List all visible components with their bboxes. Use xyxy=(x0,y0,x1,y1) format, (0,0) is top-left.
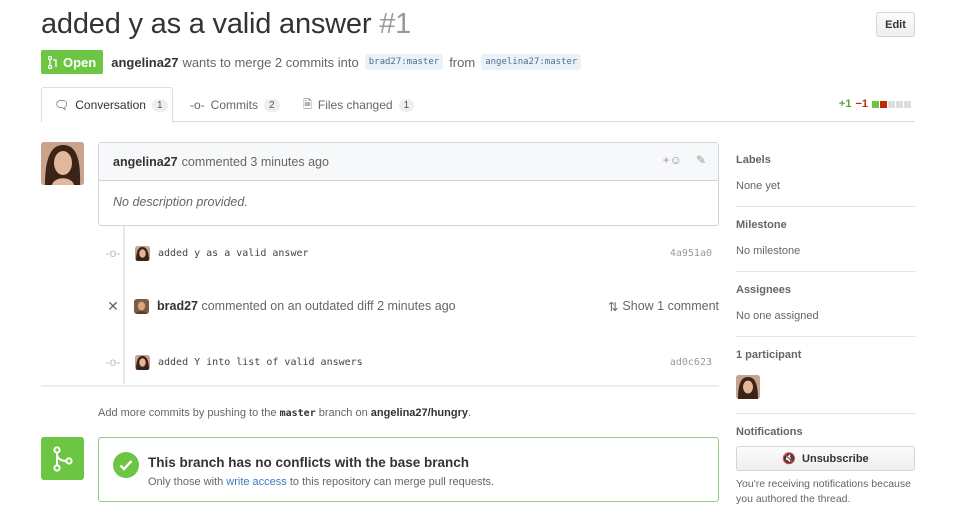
milestone-value: No milestone xyxy=(736,245,801,257)
diffstat-deletions: −1 xyxy=(855,98,868,110)
tab-count: 1 xyxy=(398,98,415,112)
state-badge: Open xyxy=(41,50,104,74)
merge-sub-suffix: to this repository can merge pull reques… xyxy=(289,476,495,488)
tab-label: Conversation xyxy=(75,98,146,112)
comment-author-link[interactable]: angelina27 xyxy=(113,155,178,169)
timeline-commit: -o- added Y into list of valid answers a… xyxy=(104,347,719,377)
comment-timestamp: commented 3 minutes ago xyxy=(181,154,329,169)
sidebar-labels[interactable]: Labels None yet xyxy=(736,142,916,207)
push-note-middle: branch on xyxy=(318,407,368,419)
commit-sha-link[interactable]: 4a951a0 xyxy=(670,248,712,259)
labels-value: None yet xyxy=(736,180,781,192)
merge-status-subtitle: Only those with write access to this rep… xyxy=(148,476,494,488)
tab-count: 1 xyxy=(151,98,168,112)
reviewer-link[interactable]: brad27 xyxy=(157,299,198,313)
commit-sha-link[interactable]: ad0c623 xyxy=(670,357,712,368)
push-note-branch: master xyxy=(279,408,316,419)
merge-text: wants to merge 2 commits into xyxy=(182,54,359,70)
author-avatar[interactable] xyxy=(41,142,84,185)
review-comment-text: brad27 commented on an outdated diff 2 m… xyxy=(157,299,456,313)
sidebar-milestone[interactable]: Milestone No milestone xyxy=(736,207,916,272)
diffstat-additions: +1 xyxy=(838,98,852,110)
commit-message-link[interactable]: added y as a valid answer xyxy=(158,248,309,259)
review-action: commented on an outdated diff 2 minutes … xyxy=(201,299,456,313)
pr-sidebar: Labels None yet Milestone No milestone A… xyxy=(736,142,916,507)
sidebar-notifications: Notifications 🔇 Unsubscribe You're recei… xyxy=(736,414,916,507)
pr-number: #1 xyxy=(379,8,412,40)
pr-author-link[interactable]: angelina27 xyxy=(111,55,178,70)
tab-label: Files changed xyxy=(317,98,393,112)
merge-status-title: This branch has no conflicts with the ba… xyxy=(148,455,470,470)
show-comment-label: Show 1 comment xyxy=(622,299,719,313)
comment-body: No description provided. xyxy=(113,195,248,209)
mute-icon: 🔇 xyxy=(782,453,797,465)
pr-title-text: added y as a valid answer xyxy=(41,8,372,40)
push-note: Add more commits by pushing to the maste… xyxy=(98,407,471,419)
commit-icon: -o- xyxy=(190,98,205,112)
timeline-review-comment: ✕ brad27 commented on an outdated diff 2… xyxy=(104,291,719,321)
write-access-link[interactable]: write access xyxy=(226,476,287,488)
state-label: Open xyxy=(63,54,97,70)
from-text: from xyxy=(449,54,476,70)
unfold-icon: ⇅ xyxy=(607,299,619,314)
comment-actions: +☺ ✎ xyxy=(663,153,706,167)
assignees-value: No one assigned xyxy=(736,310,819,322)
push-note-repo-link[interactable]: angelina27/hungry xyxy=(371,407,468,419)
notifications-note: You're receiving notifications because y… xyxy=(736,478,911,505)
sidebar-assignees[interactable]: Assignees No one assigned xyxy=(736,272,916,337)
base-branch-ref[interactable]: brad27:master xyxy=(364,54,444,70)
tab-conversation[interactable]: 🗨 Conversation 1 xyxy=(41,87,173,123)
push-note-suffix: . xyxy=(467,407,472,419)
tab-files-changed[interactable]: 🗎 Files changed 1 xyxy=(291,87,426,123)
comment-box: angelina27 commented 3 minutes ago +☺ ✎ … xyxy=(98,142,719,226)
file-diff-icon: 🗎 xyxy=(303,98,312,111)
assignees-heading: Assignees xyxy=(736,284,792,296)
timeline-divider xyxy=(41,385,719,387)
pr-title: added y as a valid answer #1 xyxy=(41,8,915,41)
edit-button[interactable]: Edit xyxy=(876,12,915,37)
tab-count: 2 xyxy=(264,98,280,112)
close-icon: ✕ xyxy=(107,297,119,314)
pr-tabs: 🗨 Conversation 1 -o- Commits 2 🗎 Files c… xyxy=(41,87,915,123)
merge-sub-prefix: Only those with xyxy=(148,476,224,488)
commit-dot-icon: -o- xyxy=(105,355,121,369)
push-note-prefix: Add more commits by pushing to the xyxy=(98,407,277,419)
head-branch-ref[interactable]: angelina27:master xyxy=(481,54,582,70)
commit-author-avatar[interactable] xyxy=(135,245,150,261)
merge-icon xyxy=(41,437,84,480)
commit-message-link[interactable]: added Y into list of valid answers xyxy=(158,357,363,368)
diffstat-blocks xyxy=(872,100,911,108)
notifications-heading: Notifications xyxy=(736,426,803,438)
milestone-heading: Milestone xyxy=(736,219,787,231)
labels-heading: Labels xyxy=(736,154,771,166)
show-comment-button[interactable]: ⇅ Show 1 comment xyxy=(608,299,719,314)
commit-dot-icon: -o- xyxy=(105,246,121,260)
timeline-commit: -o- added y as a valid answer 4a951a0 xyxy=(104,238,719,268)
reviewer-avatar[interactable] xyxy=(134,298,149,314)
participants-heading: 1 participant xyxy=(736,349,802,361)
diffstat: +1 −1 xyxy=(839,98,911,110)
pr-meta: Open angelina27 wants to merge 2 commits… xyxy=(41,50,587,74)
conversation-icon: 🗨 xyxy=(54,98,70,112)
participant-avatar[interactable] xyxy=(736,375,760,399)
merge-status-box: This branch has no conflicts with the ba… xyxy=(98,437,719,502)
check-icon xyxy=(113,452,139,478)
unsubscribe-label: Unsubscribe xyxy=(802,452,869,465)
sidebar-participants: 1 participant xyxy=(736,337,916,414)
pencil-icon[interactable]: ✎ xyxy=(696,153,706,167)
tab-label: Commits xyxy=(210,98,259,112)
pull-request-icon xyxy=(48,55,57,69)
commit-author-avatar[interactable] xyxy=(135,354,150,370)
unsubscribe-button[interactable]: 🔇 Unsubscribe xyxy=(736,446,915,471)
add-reaction-icon[interactable]: +☺ xyxy=(663,153,682,167)
pr-header: added y as a valid answer #1 Edit xyxy=(41,8,915,48)
comment-header: angelina27 commented 3 minutes ago +☺ ✎ xyxy=(99,143,718,181)
tab-commits[interactable]: -o- Commits 2 xyxy=(178,87,292,123)
